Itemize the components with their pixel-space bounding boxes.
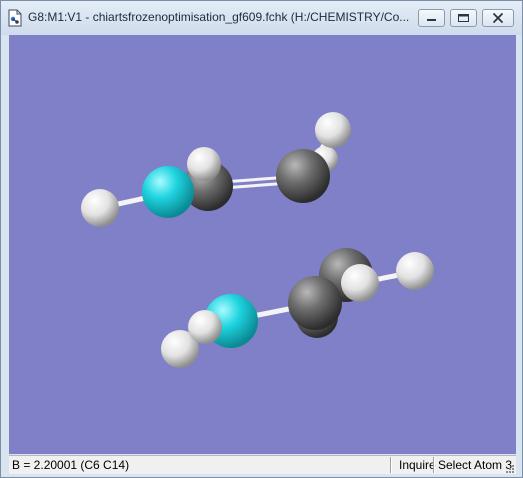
molecule-scene[interactable]	[9, 35, 516, 454]
status-readout: B = 2.20001 (C6 C14)	[12, 458, 130, 472]
close-icon	[493, 13, 503, 23]
status-divider	[433, 457, 435, 473]
restore-button[interactable]	[450, 9, 477, 27]
molecule-viewport[interactable]	[9, 35, 516, 454]
hydrogen-atom[interactable]	[188, 310, 222, 344]
carbon-atom[interactable]	[288, 276, 342, 330]
status-bar: B = 2.20001 (C6 C14) Inquire Select Atom…	[9, 455, 516, 474]
status-mode: Inquire	[399, 458, 436, 472]
carbon-atom[interactable]	[276, 149, 330, 203]
hydrogen-atom[interactable]	[315, 112, 351, 148]
restore-icon	[458, 14, 469, 22]
document-icon	[7, 9, 23, 27]
status-action: Select Atom 3	[438, 458, 513, 472]
molecule-view-window: G8:M1:V1 - chiartsfrozenoptimisation_gf6…	[0, 0, 523, 478]
hydrogen-atom[interactable]	[81, 189, 119, 227]
minimize-button[interactable]	[418, 9, 445, 27]
title-bar[interactable]: G8:M1:V1 - chiartsfrozenoptimisation_gf6…	[1, 1, 522, 35]
hydrogen-atom[interactable]	[341, 264, 379, 302]
hydrogen-atom[interactable]	[396, 252, 434, 290]
resize-grip-icon[interactable]	[505, 463, 515, 473]
close-button[interactable]	[482, 9, 514, 27]
status-divider	[390, 457, 392, 473]
minimize-icon	[427, 19, 436, 21]
hydrogen-atom[interactable]	[187, 147, 221, 181]
nitrogen-atom[interactable]	[142, 166, 194, 218]
window-title: G8:M1:V1 - chiartsfrozenoptimisation_gf6…	[28, 10, 410, 24]
